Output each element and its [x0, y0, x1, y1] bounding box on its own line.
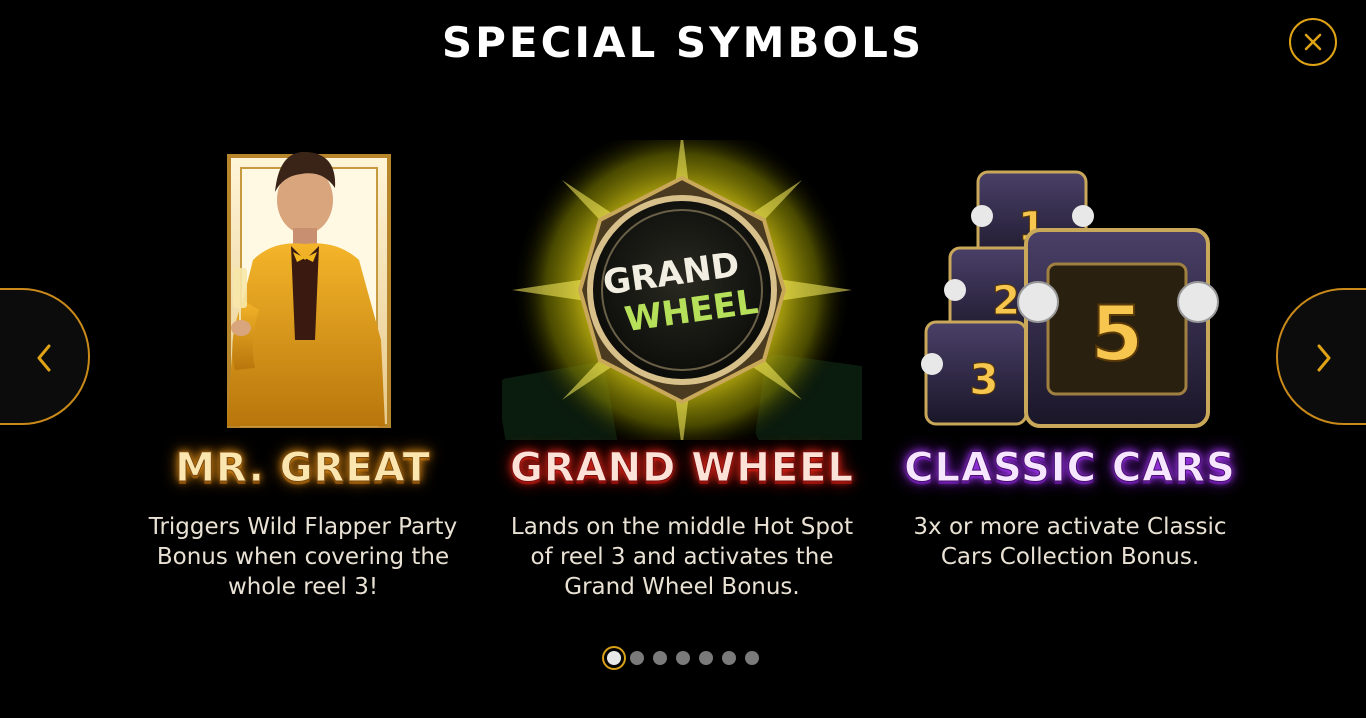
- page-dot-5[interactable]: [699, 651, 713, 665]
- chevron-right-icon: [1317, 344, 1331, 372]
- symbol-card-classic-cars: 1 2 3 5 CLASSIC CARS 3x or more activate…: [890, 140, 1250, 570]
- page-dot-6[interactable]: [722, 651, 736, 665]
- page-dot-1[interactable]: [607, 651, 621, 665]
- pagination-dots: [0, 651, 1366, 665]
- grand-wheel-symbol-art: GRAND WHEEL: [496, 120, 875, 467]
- page-dot-3[interactable]: [653, 651, 667, 665]
- classic-cars-symbol-art: 1 2 3 5: [890, 140, 1250, 440]
- symbol-description: Lands on the middle Hot Spot of reel 3 a…: [510, 514, 854, 600]
- next-page-button[interactable]: [1276, 288, 1366, 425]
- symbol-name: GRAND WHEEL: [510, 445, 854, 492]
- page-title: SPECIAL SYMBOLS: [441, 18, 925, 67]
- symbol-name: CLASSIC CARS: [904, 445, 1236, 492]
- chevron-left-icon: [37, 344, 51, 372]
- symbol-description: 3x or more activate Classic Cars Collect…: [913, 514, 1227, 570]
- page-dot-4[interactable]: [676, 651, 690, 665]
- close-icon: [1304, 33, 1322, 51]
- car-number-5: 5: [1091, 289, 1144, 378]
- page-dot-7[interactable]: [745, 651, 759, 665]
- car-number-2: 2: [992, 278, 1020, 324]
- symbol-name: MR. GREAT: [175, 445, 431, 492]
- close-button[interactable]: [1289, 18, 1337, 66]
- page-dot-2[interactable]: [630, 651, 644, 665]
- symbol-card-grand-wheel: GRAND WHEEL GRAND WHEEL Lands on the mid…: [496, 120, 875, 600]
- mr-great-symbol-art: [123, 140, 483, 440]
- symbol-description: Triggers Wild Flapper Party Bonus when c…: [148, 514, 458, 600]
- previous-page-button[interactable]: [0, 288, 90, 425]
- car-number-3: 3: [969, 355, 998, 404]
- symbol-card-mr-great: MR. GREAT Triggers Wild Flapper Party Bo…: [123, 140, 483, 600]
